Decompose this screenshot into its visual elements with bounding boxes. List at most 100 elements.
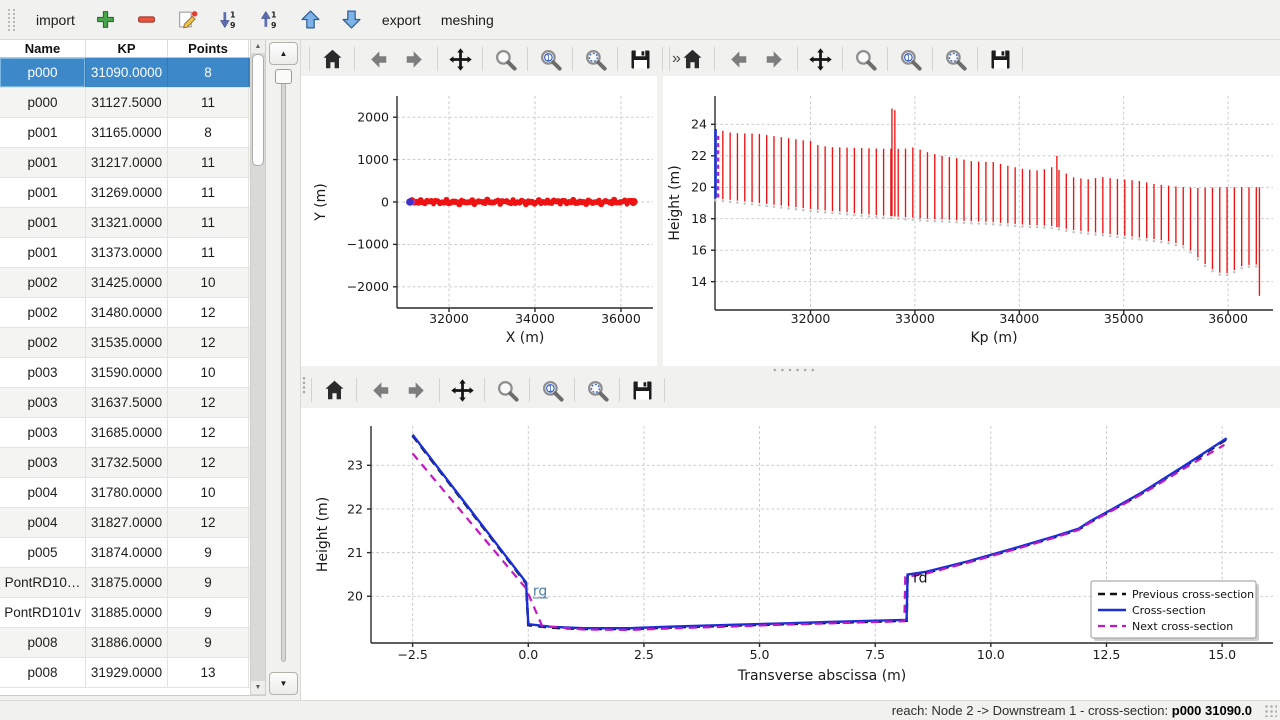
column-header-points[interactable]: Points xyxy=(168,40,249,57)
cell-points[interactable]: 12 xyxy=(168,328,249,357)
forward-button[interactable] xyxy=(399,375,435,405)
pan-button[interactable] xyxy=(444,375,480,405)
section-slider-track[interactable] xyxy=(281,72,286,662)
cell-name[interactable]: p001 xyxy=(0,148,86,177)
table-row[interactable]: p00331685.000012 xyxy=(0,418,265,448)
move-up-button[interactable] xyxy=(291,5,330,35)
cell-kp[interactable]: 31321.0000 xyxy=(86,208,168,237)
cell-kp[interactable]: 31874.0000 xyxy=(86,538,168,567)
cell-name[interactable]: p003 xyxy=(0,418,86,447)
cell-name[interactable]: p001 xyxy=(0,238,86,267)
table-row[interactable]: p00431780.000010 xyxy=(0,478,265,508)
table-row[interactable]: p00831886.00009 xyxy=(0,628,265,658)
cell-points[interactable]: 10 xyxy=(168,268,249,297)
cell-points[interactable]: 9 xyxy=(168,628,249,657)
table-row[interactable]: p00331590.000010 xyxy=(0,358,265,388)
zoom-marker-button[interactable]: 1 xyxy=(532,44,568,74)
cross-section-plot-canvas[interactable]: −2.50.02.55.07.510.012.515.020212223Tran… xyxy=(301,408,1280,700)
cell-kp[interactable]: 31480.0000 xyxy=(86,298,168,327)
zoom-button[interactable] xyxy=(487,44,523,74)
cell-points[interactable]: 9 xyxy=(168,538,249,567)
cell-name[interactable]: p003 xyxy=(0,448,86,477)
cell-points[interactable]: 10 xyxy=(168,478,249,507)
toolbar-drag-handle[interactable] xyxy=(8,9,15,31)
meshing-button[interactable]: meshing xyxy=(432,5,503,35)
cell-points[interactable]: 11 xyxy=(168,208,249,237)
zoom-fit-button[interactable] xyxy=(937,44,973,74)
zoom-marker-button[interactable]: 1 xyxy=(534,375,570,405)
table-scrollbar-thumb[interactable] xyxy=(252,54,264,166)
table-row[interactable]: p00231480.000012 xyxy=(0,298,265,328)
zoom-button[interactable] xyxy=(847,44,883,74)
cell-name[interactable]: PontRD101v xyxy=(0,598,86,627)
horizontal-splitter-handle[interactable] xyxy=(771,368,817,372)
scroll-down-icon[interactable]: ▼ xyxy=(251,681,265,694)
scroll-up-icon[interactable]: ▲ xyxy=(251,40,265,53)
table-row[interactable]: p00831929.000013 xyxy=(0,658,265,688)
cell-name[interactable]: p003 xyxy=(0,388,86,417)
home-button[interactable] xyxy=(316,375,352,405)
pan-button[interactable] xyxy=(802,44,838,74)
back-button[interactable] xyxy=(359,44,395,74)
cell-points[interactable]: 9 xyxy=(168,598,249,627)
edit-button[interactable] xyxy=(168,5,207,35)
table-row[interactable]: p00531874.00009 xyxy=(0,538,265,568)
cell-kp[interactable]: 31875.0000 xyxy=(86,568,168,597)
zoom-marker-button[interactable]: 1 xyxy=(892,44,928,74)
back-button[interactable] xyxy=(719,44,755,74)
table-row[interactable]: p00131165.00008 xyxy=(0,118,265,148)
table-row[interactable]: p00031127.500011 xyxy=(0,88,265,118)
trajectory-plot-canvas[interactable]: 320003400036000−2000−1000010002000X (m)Y… xyxy=(301,76,657,366)
table-row[interactable]: p00331637.500012 xyxy=(0,388,265,418)
cell-kp[interactable]: 31885.0000 xyxy=(86,598,168,627)
move-down-button[interactable] xyxy=(332,5,371,35)
resize-grip[interactable] xyxy=(1264,704,1277,717)
cell-name[interactable]: p004 xyxy=(0,508,86,537)
home-button[interactable] xyxy=(674,44,710,74)
table-row[interactable]: p00131269.000011 xyxy=(0,178,265,208)
import-button[interactable]: import xyxy=(27,5,84,35)
cell-name[interactable]: p002 xyxy=(0,298,86,327)
remove-button[interactable] xyxy=(127,5,166,35)
cell-name[interactable]: p001 xyxy=(0,118,86,147)
cell-kp[interactable]: 31929.0000 xyxy=(86,658,168,687)
table-row[interactable]: p00131321.000011 xyxy=(0,208,265,238)
table-row[interactable]: PontRD10…31875.00009 xyxy=(0,568,265,598)
column-header-name[interactable]: Name xyxy=(0,40,86,57)
cell-name[interactable]: p008 xyxy=(0,628,86,657)
cell-kp[interactable]: 31425.0000 xyxy=(86,268,168,297)
cell-points[interactable]: 11 xyxy=(168,88,249,117)
cell-kp[interactable]: 31165.0000 xyxy=(86,118,168,147)
cell-points[interactable]: 12 xyxy=(168,388,249,417)
profile-plot[interactable]: 3200033000340003500036000141618202224Kp … xyxy=(663,76,1280,366)
trajectory-plot[interactable]: 320003400036000−2000−1000010002000X (m)Y… xyxy=(301,76,657,366)
cell-name[interactable]: p002 xyxy=(0,268,86,297)
table-scrollbar[interactable]: ▲ ▼ xyxy=(250,40,265,695)
zoom-fit-button[interactable] xyxy=(579,375,615,405)
cell-kp[interactable]: 31637.5000 xyxy=(86,388,168,417)
cell-name[interactable]: p004 xyxy=(0,478,86,507)
cell-points[interactable]: 8 xyxy=(168,58,249,87)
home-button[interactable] xyxy=(314,44,350,74)
section-up-button[interactable]: ▲ xyxy=(269,42,298,65)
zoom-button[interactable] xyxy=(489,375,525,405)
cross-section-plot[interactable]: −2.50.02.55.07.510.012.515.020212223Tran… xyxy=(301,408,1280,700)
cell-kp[interactable]: 31217.0000 xyxy=(86,148,168,177)
table-row[interactable]: p00031090.00008 xyxy=(0,58,265,88)
bottom-toolbar-drag-handle[interactable] xyxy=(302,376,306,394)
cell-points[interactable]: 12 xyxy=(168,298,249,327)
sort-descending-button[interactable]: 19 xyxy=(250,5,289,35)
save-figure-button[interactable] xyxy=(624,375,660,405)
cell-points[interactable]: 11 xyxy=(168,178,249,207)
cell-kp[interactable]: 31732.5000 xyxy=(86,448,168,477)
cell-name[interactable]: p002 xyxy=(0,328,86,357)
table-row[interactable]: p00231535.000012 xyxy=(0,328,265,358)
cell-kp[interactable]: 31590.0000 xyxy=(86,358,168,387)
cell-kp[interactable]: 31886.0000 xyxy=(86,628,168,657)
cell-points[interactable]: 12 xyxy=(168,418,249,447)
profile-plot-canvas[interactable]: 3200033000340003500036000141618202224Kp … xyxy=(663,76,1280,366)
cell-name[interactable]: p003 xyxy=(0,358,86,387)
cell-points[interactable]: 11 xyxy=(168,238,249,267)
cell-name[interactable]: p001 xyxy=(0,178,86,207)
cell-name[interactable]: PontRD10… xyxy=(0,568,86,597)
